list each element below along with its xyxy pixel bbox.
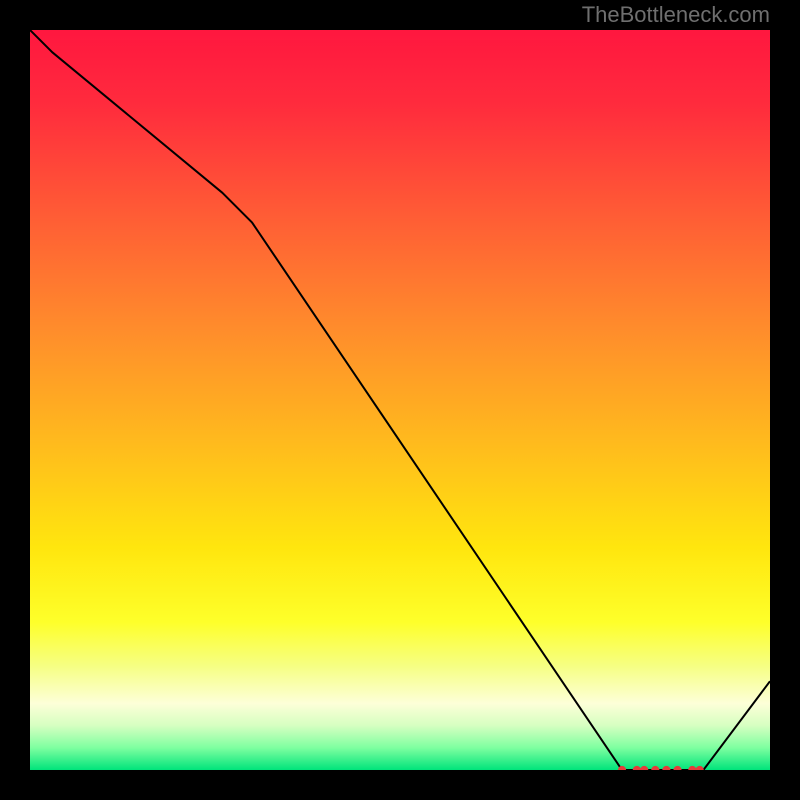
data-curve (30, 30, 770, 770)
plot-area (30, 30, 770, 770)
dot-marker (662, 766, 670, 770)
dot-marker (688, 766, 696, 770)
dot-marker (696, 766, 704, 770)
dot-marker (673, 766, 681, 770)
chart-container: TheBottleneck.com (0, 0, 800, 800)
dot-marker (633, 766, 641, 770)
watermark-text: TheBottleneck.com (582, 2, 770, 28)
line-layer (30, 30, 770, 770)
dot-marker (651, 766, 659, 770)
dot-marker (640, 766, 648, 770)
